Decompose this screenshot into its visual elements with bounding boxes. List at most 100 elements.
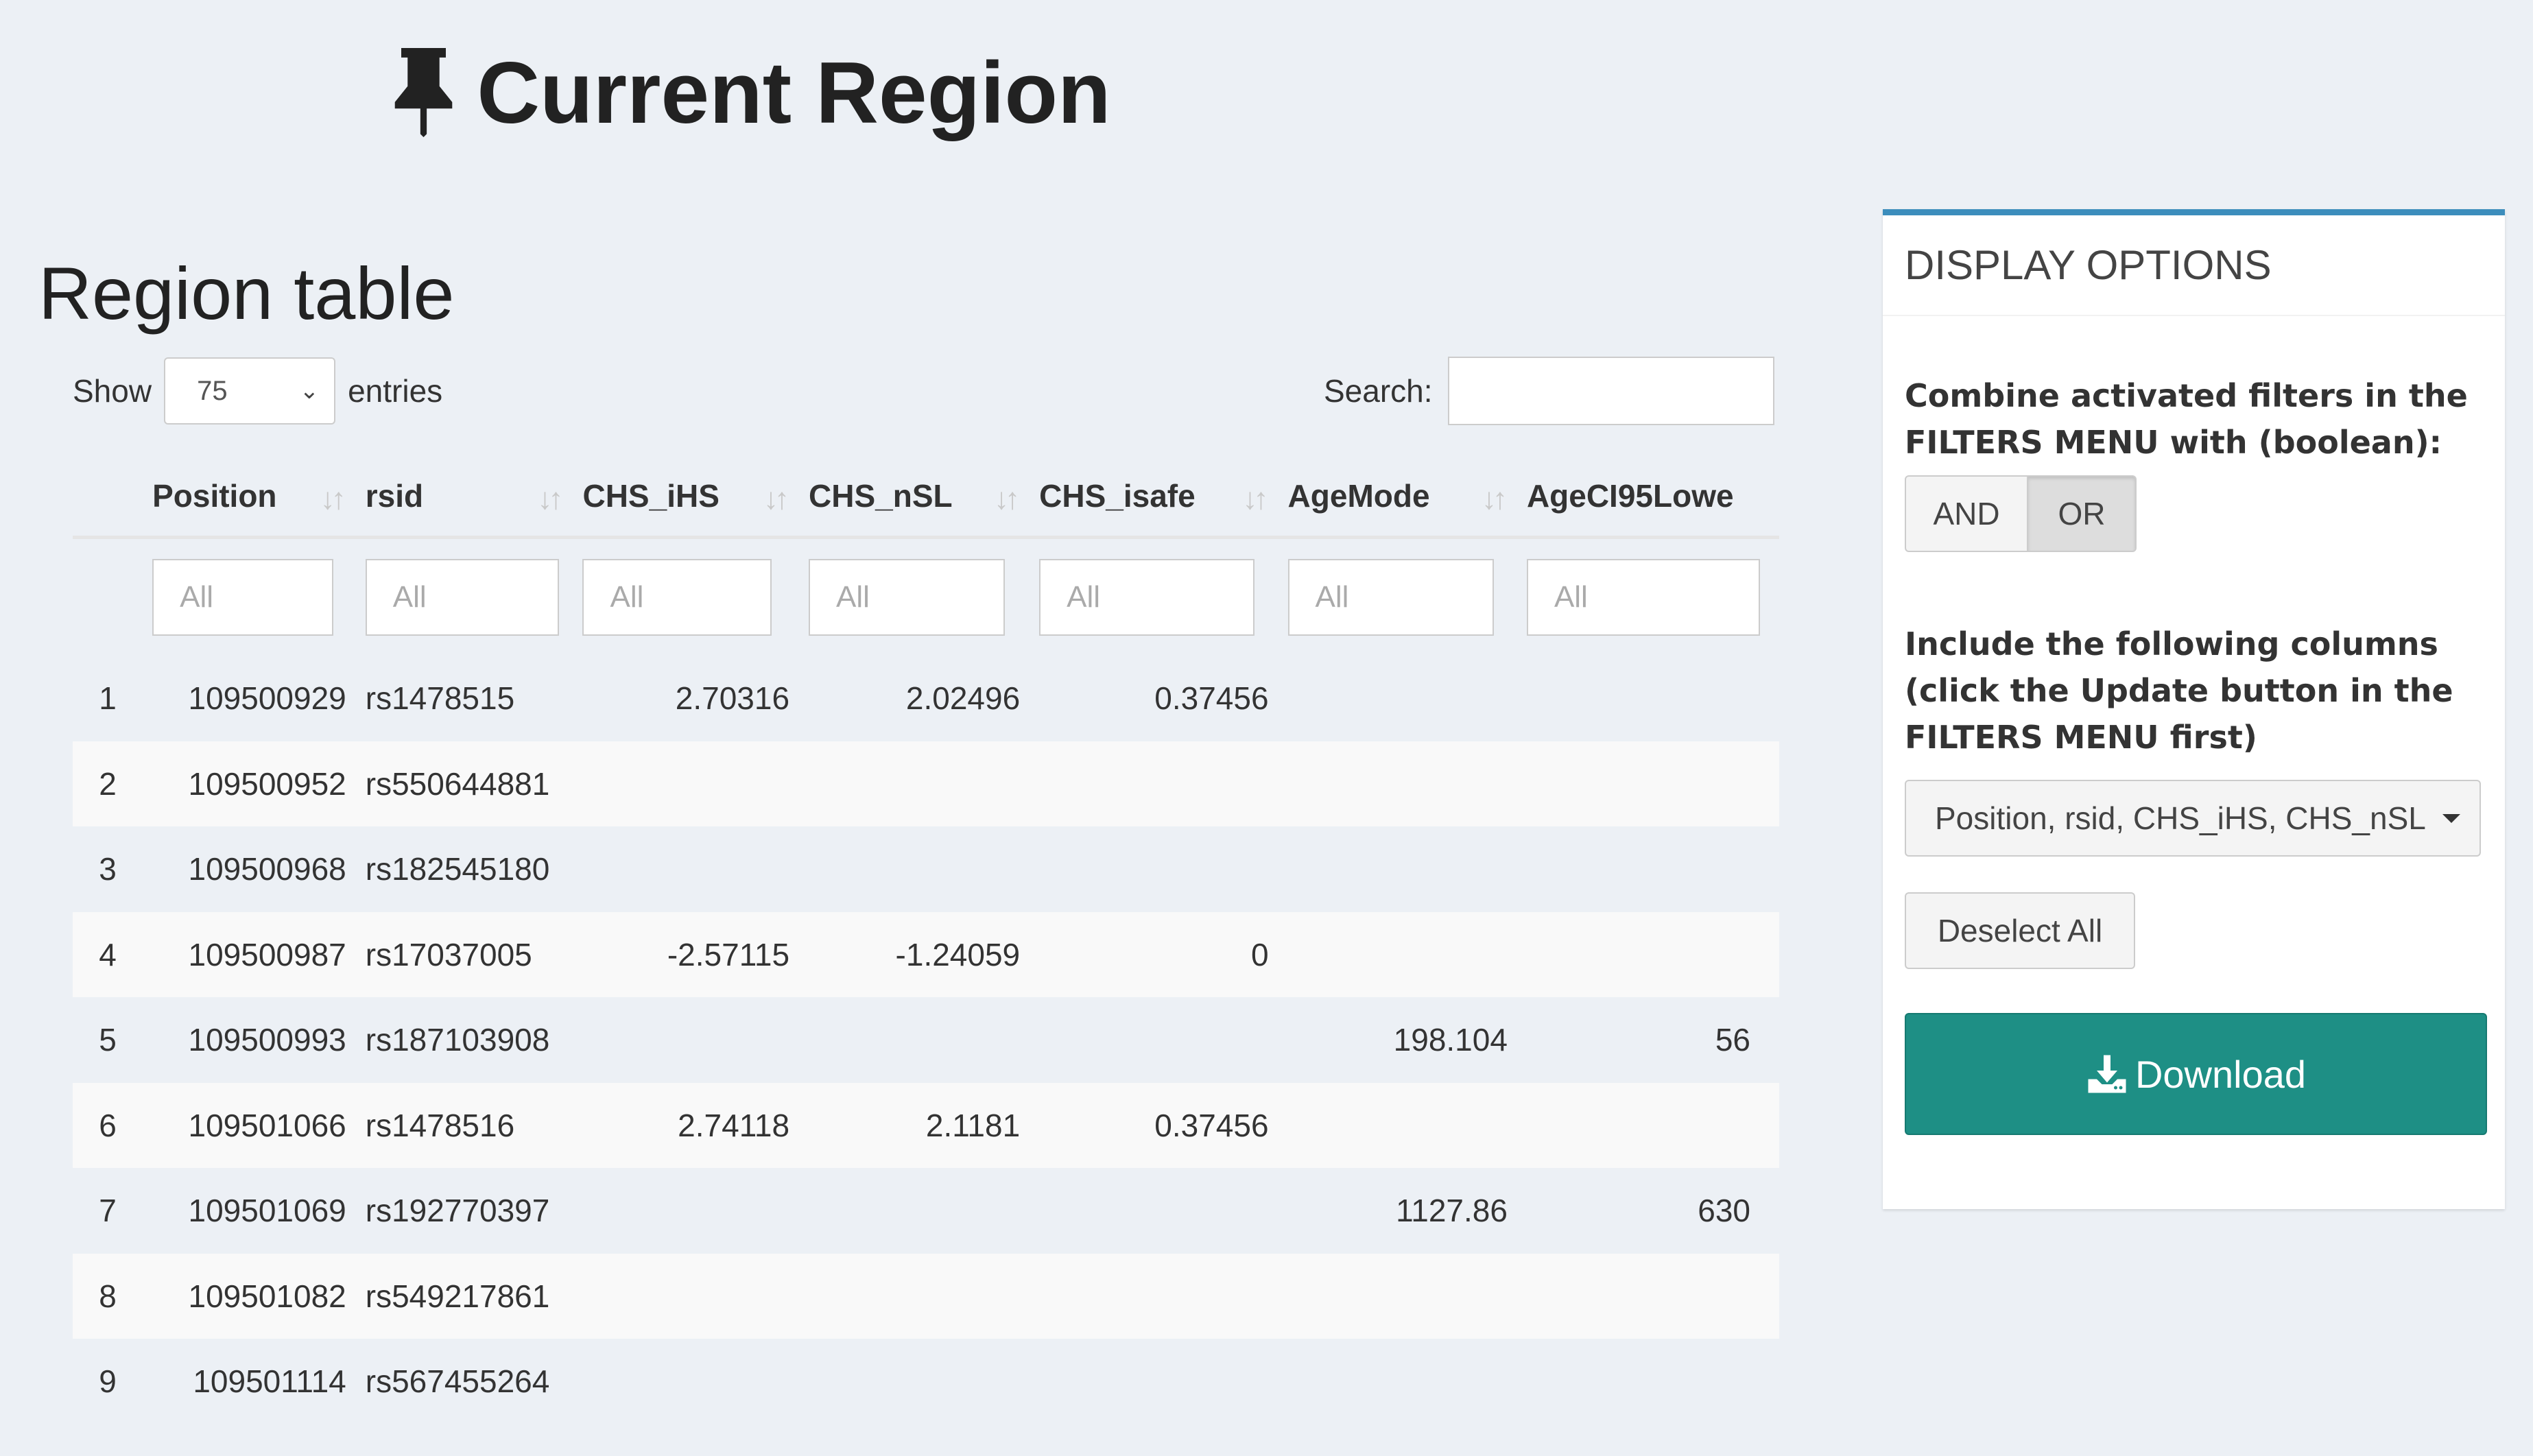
cell-rsid: rs187103908 (355, 997, 573, 1083)
cell-rsid: rs549217861 (355, 1253, 573, 1339)
deselect-all-button[interactable]: Deselect All (1905, 892, 2135, 969)
sort-icon: ↓↑ (1481, 482, 1508, 516)
cell-position: 109501114 (143, 1339, 356, 1424)
table-row[interactable]: 7 109501069 rs192770397 1127.86 630 (73, 1168, 1779, 1254)
search-input[interactable] (1447, 357, 1774, 425)
region-table-container[interactable]: Position ↓↑ rsid ↓↑ CHS_iHS ↓↑ CHS_nSL ↓↑ CH… (73, 456, 1779, 1456)
table-row[interactable]: 6 109501066 rs1478516 2.74118 2.1181 0.37456 (73, 1082, 1779, 1168)
filter-input-ageci95lower[interactable]: All (1526, 559, 1760, 636)
cell-rsid: rs550644881 (355, 741, 573, 826)
cell-chs-nsl (799, 826, 1030, 912)
and-button[interactable]: AND (1905, 475, 2028, 552)
table-row[interactable]: 3 109500968 rs182545180 (73, 826, 1779, 912)
cell-position: 109501069 (143, 1168, 356, 1254)
row-index: 3 (73, 826, 143, 912)
cell-chs-isafe: 0.37456 (1030, 656, 1279, 741)
length-control: Show 75 ⌄ entries (73, 357, 442, 425)
filter-input-agemode[interactable]: All (1287, 559, 1494, 636)
cell-position: 109501066 (143, 1082, 356, 1168)
row-index: 5 (73, 997, 143, 1083)
cell-ageci95lower (1517, 1082, 1760, 1168)
include-columns-label: Include the following columns (click the… (1905, 625, 2453, 756)
cell-chs-ihs (573, 997, 800, 1083)
filter-input-position[interactable]: All (152, 559, 334, 636)
combine-filters-label: Combine activated filters in the FILTERS… (1905, 377, 2468, 461)
cell-agemode: 198.104 (1278, 997, 1517, 1083)
cell-agemode (1278, 1339, 1517, 1424)
entries-label: entries (348, 373, 443, 409)
cell-agemode (1278, 911, 1517, 997)
table-row[interactable]: 1 109500929 rs1478515 2.70316 2.02496 0.37456 (73, 656, 1779, 741)
section-title: Region table (38, 252, 455, 335)
filter-input-chs-nsl[interactable]: All (809, 559, 1006, 636)
cell-chs-isafe (1030, 826, 1279, 912)
show-label: Show (73, 373, 152, 409)
column-header-chs-isafe[interactable]: CHS_isafe ↓↑ (1030, 456, 1279, 539)
table-row[interactable]: 5 109500993 rs187103908 198.104 56 (73, 997, 1779, 1083)
cell-agemode (1278, 1082, 1517, 1168)
sort-icon: ↓↑ (320, 482, 346, 516)
cell-agemode (1278, 741, 1517, 826)
cell-chs-isafe (1030, 1168, 1279, 1254)
column-header-rsid[interactable]: rsid ↓↑ (355, 456, 573, 539)
filter-input-rsid[interactable]: All (365, 559, 559, 636)
cell-chs-ihs (573, 1168, 800, 1254)
entries-select-value: 75 (197, 375, 228, 406)
column-header-chs-ihs[interactable]: CHS_iHS ↓↑ (573, 456, 800, 539)
column-header-agemode[interactable]: AgeMode ↓↑ (1278, 456, 1517, 539)
table-row[interactable]: 8 109501082 rs549217861 (73, 1253, 1779, 1339)
cell-chs-ihs: 2.70316 (573, 656, 800, 741)
cell-agemode (1278, 656, 1517, 741)
cell-chs-isafe (1030, 1253, 1279, 1339)
cell-position: 109500993 (143, 997, 356, 1083)
search-label: Search: (1324, 373, 1433, 409)
column-header-position[interactable]: Position ↓↑ (143, 456, 356, 539)
cell-chs-ihs (573, 826, 800, 912)
filter-input-chs-isafe[interactable]: All (1039, 559, 1255, 636)
cell-chs-nsl (799, 997, 1030, 1083)
cell-position: 109500968 (143, 826, 356, 912)
cell-chs-ihs: -2.57115 (573, 911, 800, 997)
cell-position: 109500929 (143, 656, 356, 741)
cell-rsid: rs182545180 (355, 826, 573, 912)
cell-ageci95lower (1517, 1253, 1760, 1339)
boolean-toggle-group: AND OR (1905, 475, 2483, 552)
cell-chs-nsl: 2.1181 (799, 1082, 1030, 1168)
download-button[interactable]: Download (1905, 1013, 2487, 1135)
filter-input-chs-ihs[interactable]: All (582, 559, 772, 636)
row-index: 2 (73, 741, 143, 826)
cell-ageci95lower (1517, 656, 1760, 741)
cell-position: 109501082 (143, 1253, 356, 1339)
row-index: 6 (73, 1082, 143, 1168)
row-index: 1 (73, 656, 143, 741)
cell-chs-nsl (799, 1168, 1030, 1254)
sort-icon: ↓↑ (1242, 482, 1269, 516)
table-row[interactable]: 4 109500987 rs17037005 -2.57115 -1.24059 0 (73, 911, 1779, 997)
row-index: 8 (73, 1253, 143, 1339)
download-label: Download (2134, 1052, 2307, 1096)
cell-ageci95lower (1517, 911, 1760, 997)
page-title-text: Current Region (477, 44, 1111, 141)
filter-row: All All All All All All All (73, 538, 1779, 656)
cell-chs-isafe (1030, 997, 1279, 1083)
panel-title: DISPLAY OPTIONS (1883, 215, 2505, 316)
column-header-chs-nsl[interactable]: CHS_nSL ↓↑ (799, 456, 1030, 539)
or-button[interactable]: OR (2028, 475, 2137, 552)
row-index: 4 (73, 911, 143, 997)
pushpin-icon (395, 48, 453, 137)
cell-ageci95lower: 56 (1517, 997, 1760, 1083)
cell-chs-isafe: 0 (1030, 911, 1279, 997)
caret-down-icon (2442, 813, 2460, 823)
cell-agemode (1278, 1253, 1517, 1339)
entries-select[interactable]: 75 ⌄ (164, 357, 336, 425)
table-row[interactable]: 9 109501114 rs567455264 (73, 1339, 1779, 1424)
table-row[interactable]: 2 109500952 rs550644881 (73, 741, 1779, 826)
cell-chs-ihs (573, 1253, 800, 1339)
sort-icon: ↓↑ (763, 482, 789, 516)
cell-chs-nsl: -1.24059 (799, 911, 1030, 997)
column-header-overflow (1760, 456, 1779, 539)
columns-select[interactable]: Position, rsid, CHS_iHS, CHS_nSL (1905, 780, 2481, 857)
column-header-ageci95lower[interactable]: AgeCI95Lowe (1517, 456, 1760, 539)
cell-chs-isafe (1030, 741, 1279, 826)
cell-chs-nsl (799, 1339, 1030, 1424)
